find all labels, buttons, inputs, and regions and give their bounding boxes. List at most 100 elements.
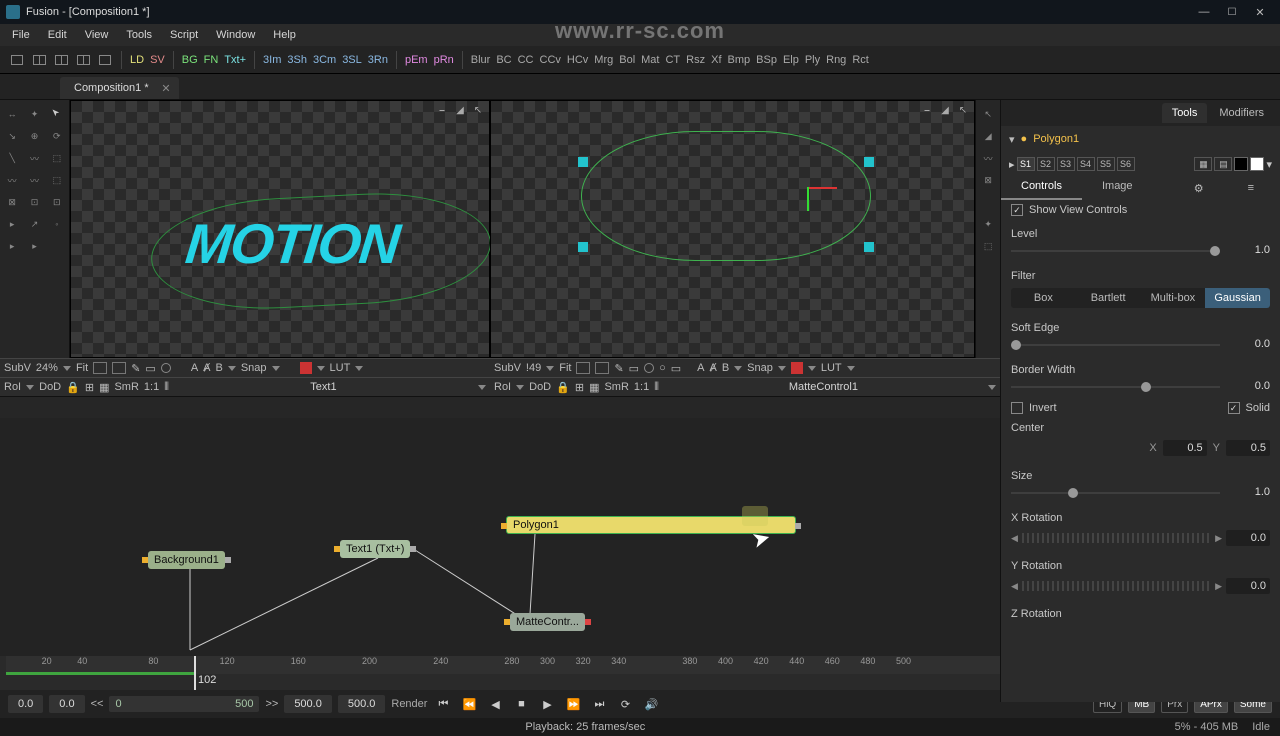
node-port-in[interactable]: [142, 557, 148, 563]
tool-icon[interactable]: ▸: [2, 236, 22, 256]
ctab-controls[interactable]: Controls: [1001, 176, 1082, 200]
tool-rng[interactable]: Rng: [823, 54, 849, 66]
icon[interactable]: ✎: [614, 362, 623, 375]
play-back-icon[interactable]: ◀: [485, 695, 505, 713]
inspector-tab-modifiers[interactable]: Modifiers: [1209, 103, 1274, 123]
tool-pem[interactable]: pEm: [402, 54, 431, 66]
ratio-label[interactable]: 1:1: [144, 381, 159, 393]
subv-label[interactable]: SubV: [494, 362, 521, 374]
tool-icon[interactable]: ╲: [2, 148, 22, 168]
tool-3sl[interactable]: 3SL: [339, 54, 365, 66]
icon[interactable]: ✎: [131, 362, 140, 375]
loop-icon[interactable]: ⟳: [615, 695, 635, 713]
viewer-pin-icon[interactable]: ⎯: [920, 103, 934, 117]
menu-tools[interactable]: Tools: [118, 26, 160, 44]
goto-start-icon[interactable]: ⏮: [433, 695, 453, 713]
tool-icon[interactable]: ⊡: [24, 192, 44, 212]
node-port-in[interactable]: [501, 523, 507, 529]
tool-icon[interactable]: ⬚: [47, 148, 67, 168]
tool-txt[interactable]: Txt+: [221, 54, 249, 66]
a1-label[interactable]: Ⱥ: [709, 362, 716, 374]
roi-label[interactable]: RoI: [494, 381, 511, 393]
icon[interactable]: ▭: [145, 362, 155, 375]
layout-icon-2[interactable]: [29, 51, 49, 69]
tool-ct[interactable]: CT: [662, 54, 683, 66]
tool-icon[interactable]: ↔: [2, 104, 22, 124]
tool-hcv[interactable]: HCv: [564, 54, 591, 66]
tool-icon[interactable]: 〰: [2, 170, 22, 190]
menu-script[interactable]: Script: [162, 26, 206, 44]
icon[interactable]: ▦: [99, 381, 109, 394]
tool-3cm[interactable]: 3Cm: [310, 54, 339, 66]
tool-bg[interactable]: BG: [179, 54, 201, 66]
maximize-button[interactable]: ☐: [1218, 0, 1246, 24]
poly-point[interactable]: [578, 157, 588, 167]
chevron-down-icon[interactable]: ▾: [1009, 133, 1015, 146]
range-end1[interactable]: 500.0: [284, 695, 332, 713]
lut-label[interactable]: LUT: [821, 362, 842, 374]
tool-icon[interactable]: ◢: [978, 126, 998, 146]
tool-rsz[interactable]: Rsz: [683, 54, 708, 66]
node-port-out[interactable]: [410, 546, 416, 552]
roi-label[interactable]: RoI: [4, 381, 21, 393]
softedge-slider[interactable]: 0.0: [1011, 338, 1270, 352]
filter-multibox[interactable]: Multi-box: [1141, 288, 1206, 308]
icon[interactable]: ⊞: [575, 381, 584, 394]
layout-icon-5[interactable]: [95, 51, 115, 69]
tool-icon[interactable]: ✦: [978, 214, 998, 234]
viewer-lock-icon[interactable]: ◢: [453, 103, 467, 117]
yrot-control[interactable]: ◀▶0.0: [1001, 576, 1280, 600]
document-tab[interactable]: Composition1 * ✕: [60, 77, 179, 99]
script-icon[interactable]: ≡: [1228, 178, 1274, 198]
select-tool-icon[interactable]: [47, 104, 67, 124]
tool-icon[interactable]: ↖: [978, 104, 998, 124]
tool-bol[interactable]: Bol: [616, 54, 638, 66]
layout-icon-4[interactable]: [73, 51, 93, 69]
render-range[interactable]: [6, 672, 194, 675]
dod-label[interactable]: DoD: [39, 381, 61, 393]
level-slider[interactable]: 1.0: [1011, 244, 1270, 258]
tool-icon[interactable]: ◦: [47, 214, 67, 234]
viewer-arrow-icon[interactable]: ↖: [471, 103, 485, 117]
icon[interactable]: ○: [659, 362, 666, 374]
snap-label[interactable]: Snap: [241, 362, 267, 374]
color-black[interactable]: [1234, 157, 1248, 171]
a-label[interactable]: A: [697, 362, 704, 374]
icon[interactable]: ⊞: [85, 381, 94, 394]
menu-file[interactable]: File: [4, 26, 38, 44]
chevron-down-icon[interactable]: ▾: [1266, 158, 1272, 171]
goto-end-icon[interactable]: ⏭: [589, 695, 609, 713]
viewer-pin-icon[interactable]: ⎯: [435, 103, 449, 117]
tool-bc[interactable]: BC: [493, 54, 514, 66]
filter-segmented[interactable]: Box Bartlett Multi-box Gaussian: [1011, 288, 1270, 308]
range-end2[interactable]: 500.0: [338, 695, 386, 713]
b-label[interactable]: B: [216, 362, 223, 374]
icon[interactable]: [161, 363, 171, 373]
color-white[interactable]: [1250, 157, 1264, 171]
minimize-button[interactable]: —: [1190, 0, 1218, 24]
tool-icon[interactable]: 〰: [978, 148, 998, 168]
tool-icon[interactable]: ↘: [2, 126, 22, 146]
render-label[interactable]: Render: [391, 698, 427, 710]
icon[interactable]: ⫴: [654, 381, 659, 394]
slot-s5[interactable]: S5: [1097, 157, 1115, 171]
center-y[interactable]: 0.5: [1226, 440, 1270, 456]
node-port-in[interactable]: [334, 546, 340, 552]
icon[interactable]: ▭: [671, 362, 681, 375]
a-label[interactable]: A: [191, 362, 198, 374]
tool-ply[interactable]: Ply: [802, 54, 823, 66]
tool-mat[interactable]: Mat: [638, 54, 662, 66]
poly-point[interactable]: [864, 157, 874, 167]
close-tab-icon[interactable]: ✕: [161, 82, 170, 95]
tool-3sh[interactable]: 3Sh: [284, 54, 310, 66]
close-button[interactable]: ✕: [1246, 0, 1274, 24]
ctab-image[interactable]: Image: [1082, 176, 1153, 200]
ratio-label[interactable]: 1:1: [634, 381, 649, 393]
icon[interactable]: [576, 362, 590, 374]
tool-elp[interactable]: Elp: [780, 54, 802, 66]
step-back-icon[interactable]: ⏪: [459, 695, 479, 713]
forward-button[interactable]: >>: [265, 698, 278, 710]
tool-rct[interactable]: Rct: [849, 54, 872, 66]
playhead[interactable]: [194, 656, 196, 690]
color-swatch[interactable]: [300, 362, 312, 374]
